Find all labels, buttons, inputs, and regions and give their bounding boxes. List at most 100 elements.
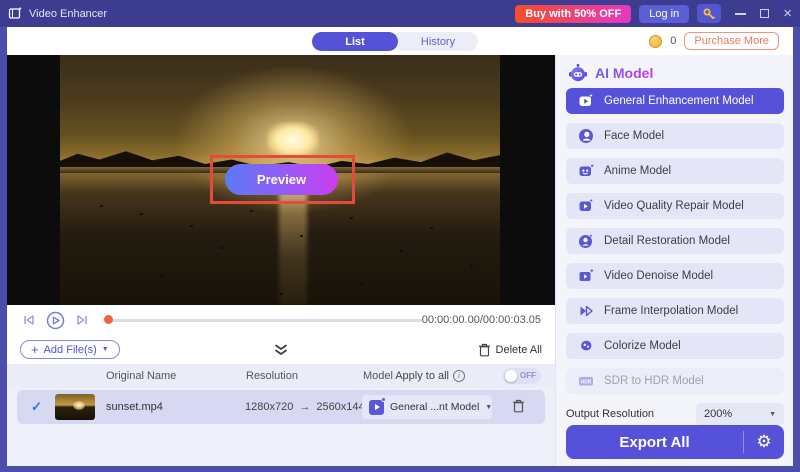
titlebar-actions: Buy with 50% OFF Log in × [515,4,792,23]
selected-check-icon[interactable]: ✓ [31,399,42,415]
detail-restoration-icon [578,233,594,249]
video-quality-repair-icon [578,198,594,214]
toggle-state-label: OFF [520,371,536,380]
model-item-label: Video Quality Repair Model [604,200,744,212]
view-tabs: List History [312,32,478,51]
previous-frame-icon[interactable] [21,312,37,328]
video-denoise-icon [578,268,594,284]
next-frame-icon[interactable] [74,312,90,328]
model-list: General Enhancement Model Face Model [566,88,784,403]
model-item-video-quality-repair[interactable]: Video Quality Repair Model [566,193,784,219]
app-window: Video Enhancer Buy with 50% OFF Log in ×… [0,0,800,472]
purchase-more-button[interactable]: Purchase More [684,32,779,50]
source-resolution: 1280x720 [245,401,293,413]
model-item-label: Anime Model [604,165,671,177]
face-model-icon [578,128,594,144]
model-item-sdr-to-hdr[interactable]: HDR SDR to HDR Model [566,368,784,394]
app-title: Video Enhancer [29,8,107,20]
model-item-anime[interactable]: Anime Model [566,158,784,184]
colorize-model-icon [578,338,594,354]
gear-icon: ⚙ [756,432,771,452]
tab-history[interactable]: History [392,32,478,51]
apply-to-all-toggle[interactable]: OFF [503,368,541,384]
model-play-icon [369,400,384,415]
seek-handle[interactable] [104,315,113,324]
apply-to-all: Apply to all i [395,370,465,382]
trash-icon [512,399,525,413]
file-name: sunset.mp4 [106,401,163,413]
model-item-detail-restoration[interactable]: Detail Restoration Model [566,228,784,254]
model-item-face[interactable]: Face Model [566,123,784,149]
row-delete-button[interactable] [512,399,525,413]
export-all-button[interactable]: Export All ⚙ [566,425,784,459]
double-chevron-down-icon [272,344,290,356]
file-toolbar: + Add File(s) ▼ Delete All [7,335,555,364]
export-settings-button[interactable]: ⚙ [744,425,784,459]
seek-track[interactable] [104,319,422,322]
chevron-down-icon: ▼ [485,404,492,411]
model-item-label: Frame Interpolation Model [604,305,738,317]
preview-button[interactable]: Preview [225,164,338,195]
anime-model-icon [578,163,594,179]
credit-count: 0 [670,35,676,47]
trash-icon [478,343,491,357]
robot-icon [568,63,588,83]
chevron-down-icon: ▼ [102,346,109,353]
plus-icon: + [31,343,39,356]
model-item-video-denoise[interactable]: Video Denoise Model [566,263,784,289]
toggle-knob [505,370,517,382]
output-resolution-label: Output Resolution [566,408,654,420]
collapse-panel-button[interactable] [272,344,290,356]
info-icon[interactable]: i [453,370,465,382]
model-item-label: Face Model [604,130,664,142]
app-logo-icon [8,6,23,21]
register-key-button[interactable] [697,4,721,23]
model-item-general-enhancement[interactable]: General Enhancement Model [566,88,784,114]
delete-all-label: Delete All [496,344,542,356]
column-model: Model [363,370,393,382]
output-resolution-value: 200% [704,408,732,420]
minimize-icon[interactable] [735,13,746,15]
key-icon [702,7,716,21]
queue-table-header: Original Name Resolution Model Apply to … [7,364,555,387]
sdr-to-hdr-icon: HDR [578,373,594,389]
timecode: 00:00:00.00/00:00:03.05 [422,314,541,326]
row-model-dropdown[interactable]: General ...nt Model ▼ [362,395,492,419]
model-item-label: SDR to HDR Model [604,375,704,387]
close-icon[interactable]: × [783,6,792,21]
svg-text:HDR: HDR [581,380,592,386]
model-item-label: General Enhancement Model [604,95,754,107]
login-button[interactable]: Log in [639,5,689,23]
resolution-cell: 1280x720 → 2560x1440 [245,401,371,413]
queue-list: ✓ sunset.mp4 1280x720 → 2560x1440 Genera… [7,387,555,466]
output-resolution-dropdown[interactable]: 200% ▼ [696,403,784,425]
playback-controls: 00:00:00.00/00:00:03.05 [7,305,555,335]
buy-discount-button[interactable]: Buy with 50% OFF [515,5,631,23]
titlebar: Video Enhancer Buy with 50% OFF Log in × [0,0,800,27]
maximize-icon[interactable] [760,9,769,18]
export-all-label: Export All [566,425,743,459]
output-resolution-row: Output Resolution 200% ▼ [566,402,784,426]
transport-buttons [21,311,90,330]
tabbar: List History 0 Purchase More [7,27,793,55]
model-item-label: Colorize Model [604,340,681,352]
arrow-right-icon: → [299,401,310,413]
column-resolution: Resolution [246,370,298,382]
sidebar-title: AI Model [595,65,653,81]
model-item-frame-interpolation[interactable]: Frame Interpolation Model [566,298,784,324]
general-enhancement-icon [578,93,594,109]
table-row[interactable]: ✓ sunset.mp4 1280x720 → 2560x1440 Genera… [17,390,545,424]
sun [267,122,319,158]
add-files-button[interactable]: + Add File(s) ▼ [20,340,120,359]
tab-list[interactable]: List [312,32,398,51]
frame-interpolation-icon [578,303,594,319]
model-item-colorize[interactable]: Colorize Model [566,333,784,359]
ai-model-sidebar: AI Model General Enhancement Model Face … [555,55,793,466]
delete-all-button[interactable]: Delete All [478,343,542,357]
add-files-label: Add File(s) [44,344,97,356]
play-icon[interactable] [46,311,65,330]
seek-bar[interactable] [104,315,422,325]
coin-icon [649,35,662,48]
credits-area: 0 Purchase More [649,27,779,55]
video-preview-area: Preview [7,55,555,305]
